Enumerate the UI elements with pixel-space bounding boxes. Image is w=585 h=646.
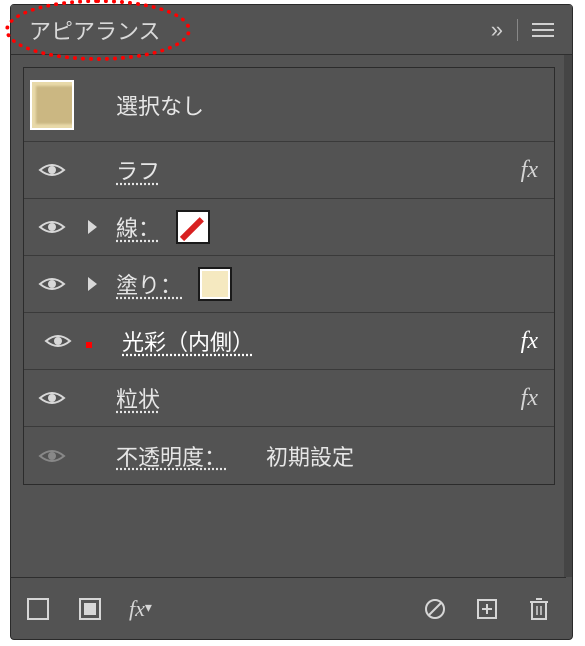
row-label[interactable]: 光彩（内側） [116,325,254,357]
visibility-icon[interactable] [44,331,72,351]
artwork-thumbnail[interactable] [30,80,74,130]
stroke-swatch[interactable] [176,210,210,244]
scrollbar[interactable] [564,55,572,577]
fx-icon[interactable]: fx [521,157,544,184]
visibility-icon[interactable] [38,274,66,294]
chevron-right-icon[interactable] [88,277,97,291]
appearance-row[interactable]: 線： [24,199,554,256]
chevron-right-icon[interactable] [88,220,97,234]
row-label[interactable]: 不透明度： [110,440,226,472]
add-effect-icon[interactable]: fx▾ [129,596,152,622]
row-label[interactable]: 線： [110,211,160,243]
menu-icon[interactable] [532,23,554,37]
selection-row: 選択なし [24,68,554,142]
clear-icon[interactable] [422,596,448,622]
panel-title[interactable]: アピアランス [29,14,161,46]
visibility-icon[interactable] [38,446,66,466]
selection-highlight [86,342,92,348]
visibility-icon[interactable] [38,160,66,180]
appearance-row[interactable]: 塗り： [24,256,554,313]
appearance-row[interactable]: 粒状 fx [24,370,554,427]
trash-icon[interactable] [526,596,552,622]
visibility-icon[interactable] [38,217,66,237]
panel-footer: fx▾ [11,577,566,639]
fx-icon[interactable]: fx [521,385,544,412]
new-stroke-icon[interactable] [25,596,51,622]
appearance-row[interactable]: 不透明度： 初期設定 [24,427,554,484]
row-label[interactable]: 粒状 [110,382,160,414]
selection-label: 選択なし [110,89,204,121]
new-fill-icon[interactable] [77,596,103,622]
fx-icon[interactable]: fx [521,328,544,355]
panel-body: 選択なし ラフ fx [11,55,567,485]
row-label[interactable]: ラフ [110,154,160,186]
visibility-icon[interactable] [38,388,66,408]
collapse-icon[interactable]: » [491,17,503,43]
panel-header: アピアランス » [11,5,572,55]
appearance-row[interactable]: ラフ fx [24,142,554,199]
duplicate-icon[interactable] [474,596,500,622]
opacity-value[interactable]: 初期設定 [266,440,354,472]
fill-swatch[interactable] [198,267,232,301]
appearance-row-selected[interactable]: 光彩（内側） fx [24,313,554,370]
header-divider [517,19,518,41]
appearance-panel: アピアランス » 選択なし [10,4,573,640]
row-label[interactable]: 塗り： [110,268,182,300]
